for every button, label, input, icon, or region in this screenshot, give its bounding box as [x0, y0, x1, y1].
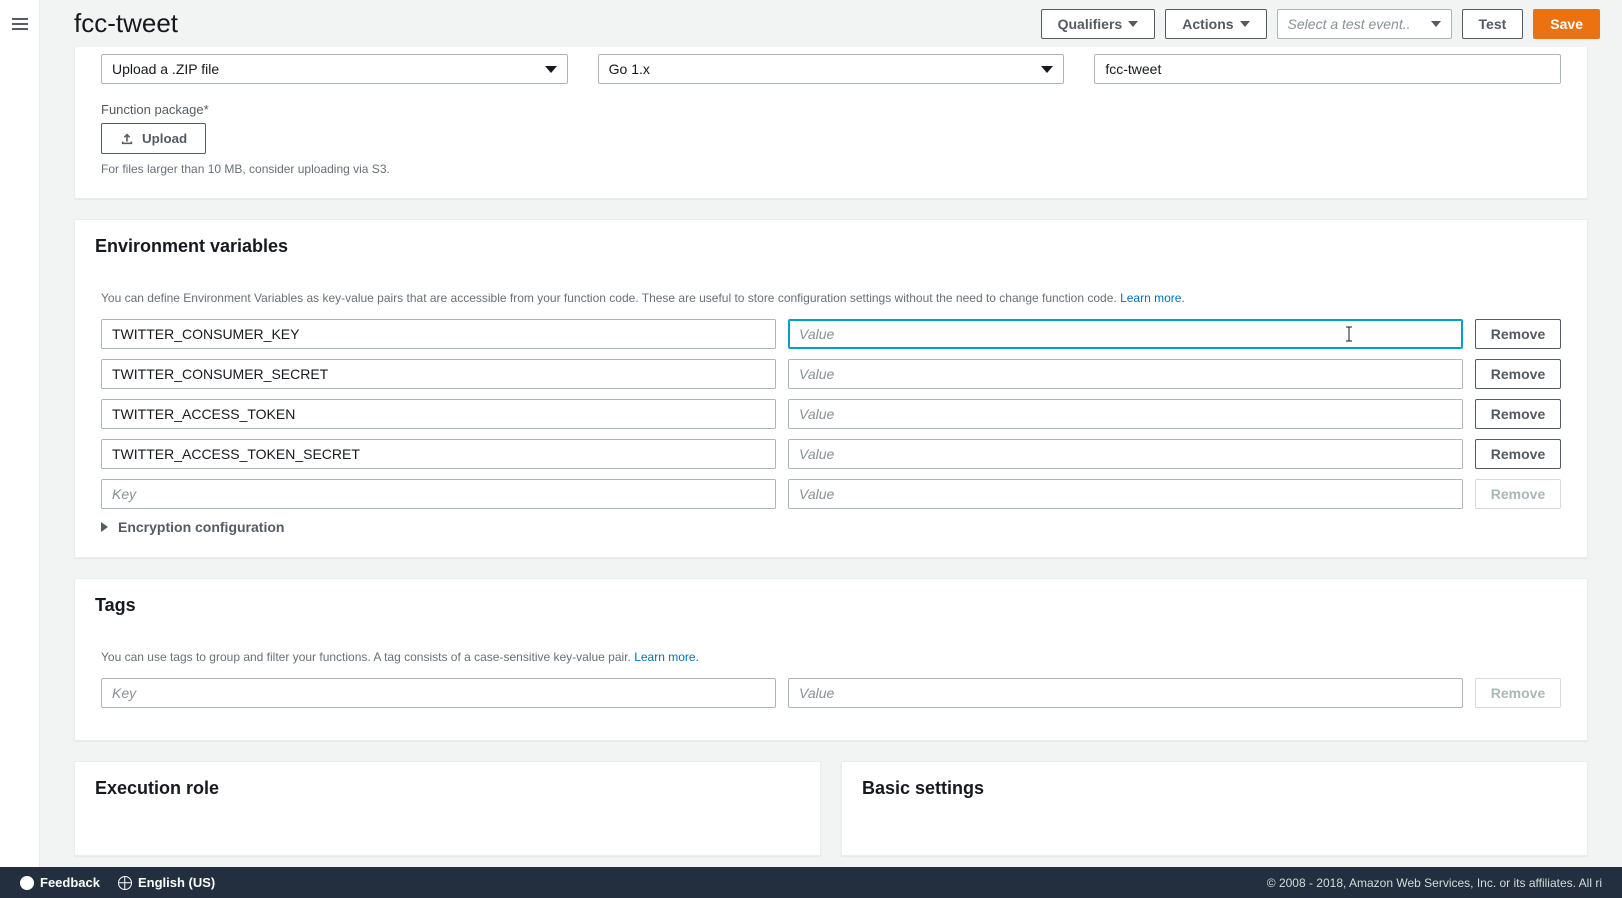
- chevron-right-icon: [101, 522, 108, 532]
- function-package-label: Function package*: [101, 102, 1561, 117]
- env-value-input[interactable]: [788, 399, 1463, 429]
- chevron-down-icon: [1128, 21, 1138, 27]
- upload-icon: [120, 132, 134, 146]
- page-header: fcc-tweet Qualifiers Actions Select a te…: [40, 0, 1622, 47]
- env-key-input[interactable]: [101, 359, 776, 389]
- chevron-down-icon: [1240, 21, 1250, 27]
- env-remove-button[interactable]: Remove: [1475, 399, 1561, 429]
- env-value-input[interactable]: [788, 439, 1463, 469]
- code-entry-type-select[interactable]: Upload a .ZIP file: [101, 54, 568, 84]
- env-row: Remove: [101, 319, 1561, 349]
- env-value-input[interactable]: [788, 319, 1463, 349]
- env-remove-button[interactable]: Remove: [1475, 359, 1561, 389]
- encryption-config-expander[interactable]: Encryption configuration: [101, 519, 1561, 535]
- qualifiers-label: Qualifiers: [1058, 16, 1123, 32]
- qualifiers-button[interactable]: Qualifiers: [1041, 9, 1156, 39]
- env-key-input[interactable]: [101, 439, 776, 469]
- upload-button[interactable]: Upload: [101, 123, 206, 154]
- env-row: Remove: [101, 399, 1561, 429]
- env-remove-button-disabled: Remove: [1475, 479, 1561, 509]
- side-nav-toggle[interactable]: [0, 0, 40, 898]
- runtime-value: Go 1.x: [609, 61, 650, 77]
- tags-learn-more-link[interactable]: Learn more.: [634, 650, 699, 664]
- footer: Feedback English (US) © 2008 - 2018, Ama…: [0, 867, 1622, 898]
- upload-helper-text: For files larger than 10 MB, consider up…: [101, 162, 1561, 176]
- env-remove-button[interactable]: Remove: [1475, 319, 1561, 349]
- runtime-select[interactable]: Go 1.x: [598, 54, 1065, 84]
- language-select[interactable]: English (US): [118, 875, 215, 890]
- chevron-down-icon: [1431, 21, 1441, 27]
- upload-label: Upload: [142, 131, 187, 146]
- function-code-panel: Upload a .ZIP file Go 1.x: [74, 47, 1588, 199]
- save-button[interactable]: Save: [1533, 9, 1600, 39]
- test-event-placeholder: Select a test event..: [1288, 16, 1411, 32]
- page-title: fcc-tweet: [74, 8, 1031, 39]
- env-learn-more-link[interactable]: Learn more.: [1120, 291, 1185, 305]
- chevron-down-icon: [1041, 66, 1053, 73]
- actions-button[interactable]: Actions: [1165, 9, 1266, 39]
- hamburger-icon: [12, 18, 28, 30]
- env-title: Environment variables: [95, 236, 1567, 257]
- tag-row-empty: Remove: [101, 678, 1561, 708]
- chevron-down-icon: [545, 66, 557, 73]
- env-key-input[interactable]: [101, 399, 776, 429]
- tags-description: You can use tags to group and filter you…: [101, 650, 1561, 664]
- test-button[interactable]: Test: [1462, 9, 1524, 39]
- speech-bubble-icon: [20, 876, 34, 890]
- actions-label: Actions: [1182, 16, 1233, 32]
- execution-role-panel: Execution role: [74, 761, 821, 856]
- encryption-config-label: Encryption configuration: [118, 519, 284, 535]
- test-event-select[interactable]: Select a test event..: [1277, 9, 1452, 39]
- env-row-empty: Remove: [101, 479, 1561, 509]
- environment-variables-panel: Environment variables You can define Env…: [74, 219, 1588, 558]
- tag-key-input[interactable]: [101, 678, 776, 708]
- env-description: You can define Environment Variables as …: [101, 291, 1561, 305]
- basic-settings-panel: Basic settings: [841, 761, 1588, 856]
- env-value-input-empty[interactable]: [788, 479, 1463, 509]
- tags-panel: Tags You can use tags to group and filte…: [74, 578, 1588, 741]
- env-key-input-empty[interactable]: [101, 479, 776, 509]
- tag-remove-button-disabled: Remove: [1475, 678, 1561, 708]
- tag-value-input[interactable]: [788, 678, 1463, 708]
- globe-icon: [118, 876, 132, 890]
- env-row: Remove: [101, 359, 1561, 389]
- env-remove-button[interactable]: Remove: [1475, 439, 1561, 469]
- code-entry-type-value: Upload a .ZIP file: [112, 61, 219, 77]
- execution-role-title: Execution role: [95, 778, 800, 799]
- env-value-input[interactable]: [788, 359, 1463, 389]
- footer-copyright: © 2008 - 2018, Amazon Web Services, Inc.…: [1267, 876, 1602, 890]
- feedback-link[interactable]: Feedback: [20, 875, 100, 890]
- tags-title: Tags: [95, 595, 1567, 616]
- env-row: Remove: [101, 439, 1561, 469]
- handler-input[interactable]: [1094, 54, 1561, 84]
- text-cursor-icon: [1345, 325, 1353, 343]
- env-key-input[interactable]: [101, 319, 776, 349]
- basic-settings-title: Basic settings: [862, 778, 1567, 799]
